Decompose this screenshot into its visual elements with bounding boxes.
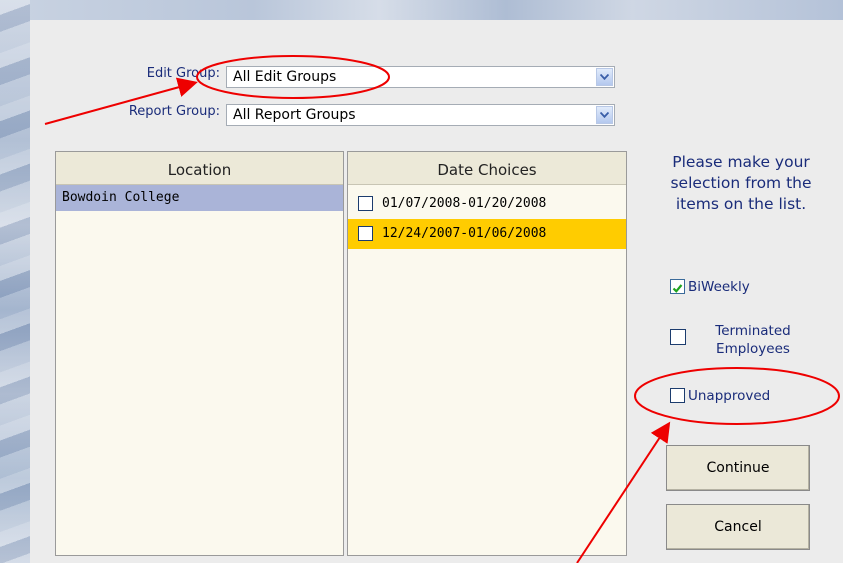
date-choice-row-selected[interactable]: 12/24/2007-01/06/2008	[348, 219, 626, 249]
edit-group-value: All Edit Groups	[233, 69, 337, 85]
unapproved-label: Unapproved	[688, 388, 771, 404]
location-list-header: Location	[56, 152, 343, 185]
instructions-text: Please make your selection from the item…	[670, 153, 812, 213]
date-choice-label: 12/24/2007-01/06/2008	[382, 226, 547, 241]
date-choices-header: Date Choices	[348, 152, 626, 185]
location-item-bowdoin[interactable]: Bowdoin College	[56, 185, 343, 211]
location-list: Location Bowdoin College	[55, 151, 344, 556]
edit-group-select[interactable]: All Edit Groups	[226, 66, 615, 88]
background-banner-top	[0, 0, 843, 20]
cancel-button[interactable]: Cancel	[666, 504, 810, 550]
date-choices-list: Date Choices 01/07/2008-01/20/2008 12/24…	[347, 151, 627, 556]
terminated-employees-label: Terminated Employees	[696, 322, 810, 358]
background-banner-left	[0, 0, 30, 563]
date-choice-checkbox[interactable]	[358, 196, 373, 211]
terminated-employees-checkbox[interactable]	[670, 329, 686, 345]
continue-button[interactable]: Continue	[666, 445, 810, 491]
edit-group-label: Edit Group:	[146, 66, 220, 81]
terminated-label-line2: Employees	[716, 341, 790, 357]
date-choice-checkbox[interactable]	[358, 226, 373, 241]
report-group-value: All Report Groups	[233, 107, 356, 123]
chevron-down-icon[interactable]	[596, 68, 613, 86]
report-group-label: Report Group:	[128, 104, 220, 119]
biweekly-label: BiWeekly	[688, 279, 750, 295]
chevron-down-icon[interactable]	[596, 106, 613, 124]
checkmark-icon	[672, 284, 683, 293]
unapproved-checkbox[interactable]	[670, 388, 685, 403]
terminated-label-line1: Terminated	[715, 323, 791, 339]
report-group-select[interactable]: All Report Groups	[226, 104, 615, 126]
date-choice-row[interactable]: 01/07/2008-01/20/2008	[348, 189, 626, 219]
date-choice-label: 01/07/2008-01/20/2008	[382, 196, 547, 211]
biweekly-checkbox[interactable]	[670, 279, 685, 294]
